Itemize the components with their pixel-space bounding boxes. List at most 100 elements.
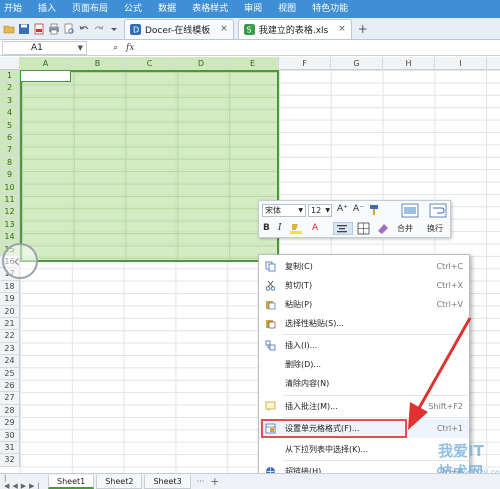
font-name-select[interactable]: 宋体 ▼ bbox=[262, 204, 306, 217]
grow-font-button[interactable]: A⁺ bbox=[337, 204, 348, 214]
sheet-tab-2[interactable]: Sheet2 bbox=[96, 474, 143, 489]
menu-view[interactable]: 视图 bbox=[270, 0, 304, 18]
row-header[interactable]: 23 bbox=[0, 342, 20, 356]
folder-icon[interactable] bbox=[3, 23, 15, 35]
row-header[interactable]: 13 bbox=[0, 218, 20, 232]
row-header[interactable]: 10 bbox=[0, 181, 20, 194]
row-header[interactable]: 2 bbox=[0, 82, 20, 95]
italic-button[interactable]: I bbox=[278, 223, 282, 233]
format-painter-icon[interactable] bbox=[369, 204, 383, 216]
row-header[interactable]: 22 bbox=[0, 330, 20, 343]
sheet-tab-1[interactable]: Sheet1 bbox=[48, 474, 95, 489]
row-header[interactable]: 4 bbox=[0, 107, 20, 120]
menu-data[interactable]: 数据 bbox=[150, 0, 184, 18]
menu-delete[interactable]: 删除(D)... bbox=[259, 355, 469, 374]
fx-icon[interactable]: fx bbox=[126, 43, 134, 53]
menu-clear-contents[interactable]: 清除内容(N) bbox=[259, 374, 469, 393]
sheet-tab-3[interactable]: Sheet3 bbox=[144, 474, 191, 489]
row-header[interactable]: 3 bbox=[0, 94, 20, 108]
save-icon[interactable] bbox=[18, 23, 30, 35]
menu-insert[interactable]: 插入 bbox=[30, 0, 64, 18]
column-header-e[interactable]: E bbox=[227, 57, 279, 70]
wrap-text-icon[interactable] bbox=[429, 203, 447, 218]
merge-cells-icon[interactable] bbox=[401, 203, 419, 218]
corner-select-all[interactable] bbox=[0, 57, 20, 70]
row-header[interactable]: 19 bbox=[0, 293, 20, 306]
back-navigation-button[interactable]: ‹ bbox=[2, 243, 38, 279]
selected-range[interactable] bbox=[20, 70, 279, 262]
column-header-c[interactable]: C bbox=[124, 57, 176, 70]
more-sheets-button[interactable]: ··· bbox=[197, 477, 205, 486]
chevron-down-icon[interactable] bbox=[108, 23, 120, 35]
menu-cut[interactable]: 剪切(T) Ctrl+X bbox=[259, 276, 469, 295]
redo-icon[interactable] bbox=[93, 23, 105, 35]
menu-paste-special[interactable]: 选择性粘贴(S)... bbox=[259, 314, 469, 333]
shrink-font-button[interactable]: A⁻ bbox=[353, 204, 364, 214]
row-header[interactable]: 12 bbox=[0, 206, 20, 219]
row-header[interactable]: 31 bbox=[0, 442, 20, 455]
menu-copy[interactable]: 复制(C) Ctrl+C bbox=[259, 257, 469, 276]
clear-format-icon[interactable] bbox=[376, 222, 390, 235]
row-header[interactable]: 30 bbox=[0, 429, 20, 442]
sheet-nav-arrows[interactable]: |◀◀▶▶| bbox=[0, 474, 48, 489]
add-tab-button[interactable]: + bbox=[358, 22, 368, 36]
add-sheet-button[interactable]: + bbox=[210, 475, 219, 488]
tab-workbook[interactable]: S 我建立的表格.xls × bbox=[237, 18, 352, 39]
menu-special[interactable]: 特色功能 bbox=[304, 0, 356, 18]
undo-icon[interactable] bbox=[78, 23, 90, 35]
chevron-down-icon[interactable]: ▼ bbox=[78, 42, 83, 54]
zoom-icon[interactable]: ⌕ bbox=[113, 43, 118, 53]
row-header[interactable]: 18 bbox=[0, 280, 20, 294]
menu-page-layout[interactable]: 页面布局 bbox=[64, 0, 116, 18]
menu-insert-cells[interactable]: 插入(I)... bbox=[259, 336, 469, 355]
menu-insert-comment[interactable]: 插入批注(M)... Shift+F2 bbox=[259, 397, 469, 416]
wrap-label[interactable]: 换行 bbox=[427, 223, 443, 234]
column-header-b[interactable]: B bbox=[72, 57, 124, 70]
row-header[interactable]: 27 bbox=[0, 392, 20, 405]
row-header[interactable]: 21 bbox=[0, 318, 20, 331]
column-header-a[interactable]: A bbox=[20, 57, 72, 70]
row-header[interactable]: 28 bbox=[0, 404, 20, 418]
active-cell[interactable] bbox=[20, 70, 71, 82]
close-icon[interactable]: × bbox=[220, 24, 228, 34]
row-header[interactable]: 6 bbox=[0, 132, 20, 145]
tab-docer[interactable]: D Docer-在线模板 × bbox=[124, 18, 234, 39]
border-icon[interactable] bbox=[357, 222, 373, 235]
column-header-f[interactable]: F bbox=[279, 57, 331, 70]
column-header-i[interactable]: I bbox=[435, 57, 487, 70]
row-header[interactable]: 5 bbox=[0, 119, 20, 132]
menu-review[interactable]: 审阅 bbox=[236, 0, 270, 18]
column-header-h[interactable]: H bbox=[383, 57, 435, 70]
menu-table-style[interactable]: 表格样式 bbox=[184, 0, 236, 18]
menu-formulas[interactable]: 公式 bbox=[116, 0, 150, 18]
pdf-icon[interactable] bbox=[33, 23, 45, 35]
column-header-g[interactable]: G bbox=[331, 57, 383, 70]
row-header[interactable]: 32 bbox=[0, 454, 20, 467]
row-header[interactable]: 25 bbox=[0, 367, 20, 380]
row-header[interactable]: 14 bbox=[0, 231, 20, 244]
align-center-icon[interactable] bbox=[333, 222, 353, 235]
row-header[interactable]: 26 bbox=[0, 380, 20, 393]
row-header[interactable]: 11 bbox=[0, 194, 20, 207]
row-header[interactable]: 7 bbox=[0, 144, 20, 157]
font-color-button[interactable]: A bbox=[312, 223, 318, 233]
menu-paste[interactable]: 粘贴(P) Ctrl+V bbox=[259, 295, 469, 314]
close-icon[interactable]: × bbox=[338, 24, 346, 34]
font-size-select[interactable]: 12 ▼ bbox=[308, 204, 332, 217]
print-preview-icon[interactable] bbox=[63, 23, 75, 35]
chevron-left-icon: ‹ bbox=[13, 251, 21, 272]
bold-button[interactable]: B bbox=[263, 223, 270, 233]
row-header[interactable]: 29 bbox=[0, 417, 20, 430]
menu-home[interactable]: 开始 bbox=[0, 0, 30, 18]
menu-insert-label: 插入(I)... bbox=[285, 341, 318, 350]
fill-color-icon[interactable] bbox=[289, 222, 307, 235]
row-header[interactable]: 9 bbox=[0, 169, 20, 182]
row-header[interactable]: 24 bbox=[0, 355, 20, 368]
column-header-d[interactable]: D bbox=[176, 57, 227, 70]
row-header[interactable]: 20 bbox=[0, 305, 20, 318]
print-icon[interactable] bbox=[48, 23, 60, 35]
merge-label[interactable]: 合并 bbox=[397, 223, 413, 234]
row-header[interactable]: 8 bbox=[0, 156, 20, 170]
name-box[interactable]: A1 ▼ bbox=[2, 40, 87, 55]
row-header[interactable]: 1 bbox=[0, 70, 20, 83]
